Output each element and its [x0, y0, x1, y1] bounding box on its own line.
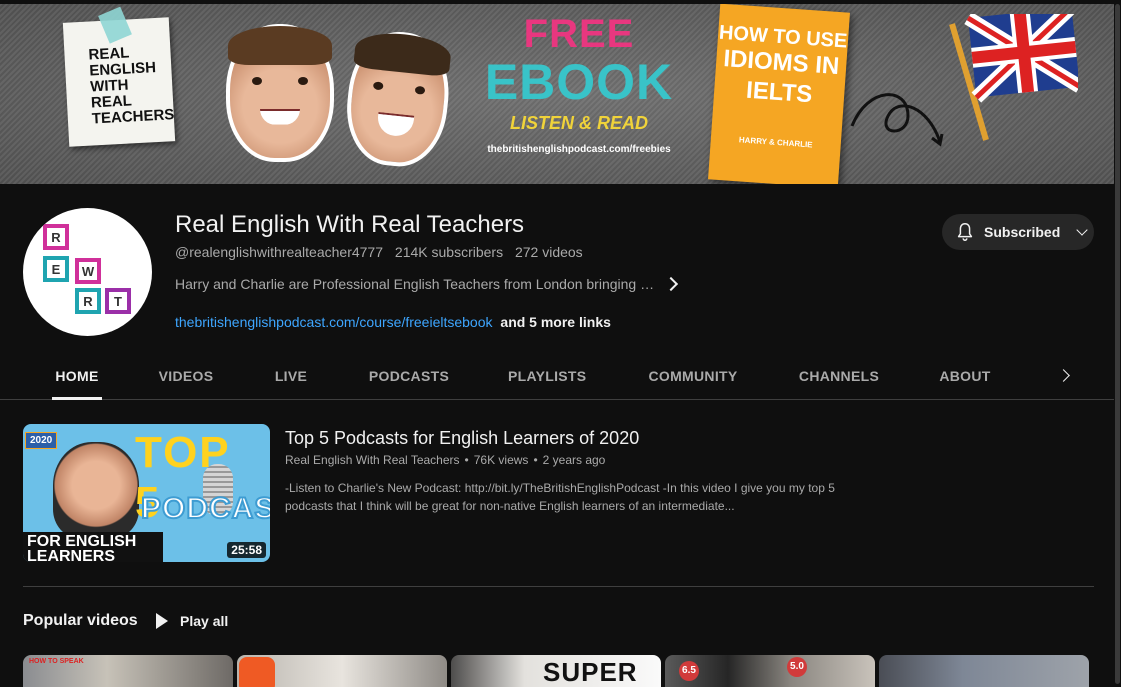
video-duration: 25:58 — [227, 542, 266, 558]
channel-avatar[interactable]: R E W R T — [23, 208, 152, 336]
featured-video-title[interactable]: Top 5 Podcasts for English Learners of 2… — [285, 427, 639, 449]
channel-link[interactable]: thebritishenglishpodcast.com/course/free… — [175, 314, 493, 330]
thumb-year-badge: 2020 — [25, 432, 58, 449]
channel-description[interactable]: Harry and Charlie are Professional Engli… — [175, 276, 695, 292]
subscriber-count: 214K subscribers — [394, 244, 504, 260]
avatar-letter-r: R — [43, 224, 69, 250]
union-jack-flag-icon — [949, 14, 1078, 141]
more-links-button[interactable]: and 5 more links — [500, 314, 610, 330]
thumb-text: SUPER — [543, 657, 638, 687]
banner-note-text: REAL ENGLISH WITH REAL TEACHERS — [88, 44, 175, 128]
channel-tabs: HOME VIDEOS LIVE PODCASTS PLAYLISTS COMM… — [0, 352, 1121, 400]
channel-handle: @realenglishwithrealteacher4777 — [175, 244, 384, 260]
thumbnail-person — [53, 442, 139, 538]
free-ebook-promo: FREE EBOOK LISTEN & READ thebritishengli… — [468, 12, 690, 155]
popular-video-thumbnail[interactable]: 6.5 5.0 — [665, 655, 875, 687]
featured-video-meta: Real English With Real Teachers • 76K view… — [285, 453, 606, 467]
featured-age: 2 years ago — [542, 453, 606, 467]
thumb-podcasts-text: PODCASTS — [140, 491, 270, 526]
popular-video-thumbnail[interactable] — [237, 655, 447, 687]
headphones-icon — [239, 657, 275, 687]
section-divider — [23, 586, 1094, 587]
tab-about[interactable]: ABOUT — [938, 352, 992, 400]
video-count: 272 videos — [514, 244, 583, 260]
chevron-down-icon — [1076, 224, 1088, 236]
play-all-label: Play all — [180, 613, 229, 629]
thumb-learners-bar: FOR ENGLISH LEARNERS — [23, 532, 163, 562]
featured-video-thumbnail[interactable]: TOP 5 PODCASTS 2020 FOR ENGLISH LEARNERS… — [23, 424, 270, 562]
score-badge: 6.5 — [679, 661, 699, 681]
subscribed-label: Subscribed — [984, 224, 1061, 240]
featured-channel-name[interactable]: Real English With Real Teachers — [285, 453, 460, 467]
banner-note: REAL ENGLISH WITH REAL TEACHERS — [62, 6, 176, 147]
promo-url: thebritishenglishpodcast.com/freebies — [487, 144, 671, 155]
subscribed-button[interactable]: Subscribed — [942, 214, 1094, 250]
avatar-letter-t: T — [105, 288, 131, 314]
avatar-letter-r2: R — [75, 288, 101, 314]
channel-meta: @realenglishwithrealteacher4777 214K sub… — [175, 244, 591, 260]
promo-listen-read: LISTEN & READ — [509, 113, 648, 133]
channel-links: thebritishenglishpodcast.com/course/free… — [175, 314, 611, 330]
ebook-cover: HOW TO USE IDIOMS IN IELTS HARRY & CHARL… — [708, 4, 850, 184]
popular-videos-title: Popular videos — [23, 612, 138, 629]
channel-description-text: Harry and Charlie are Professional Engli… — [175, 276, 655, 292]
tape-decoration — [98, 6, 132, 44]
page-scrollbar[interactable] — [1114, 0, 1121, 687]
avatar-letter-w: W — [75, 258, 101, 284]
tab-videos[interactable]: VIDEOS — [158, 352, 214, 400]
featured-video-description: -Listen to Charlie's New Podcast: http:/… — [285, 481, 835, 513]
play-icon — [156, 613, 168, 629]
thumb-text: HOW TO SPEAK — [29, 658, 84, 665]
book-title-line2: IDIOMS IN IELTS — [722, 45, 841, 109]
chevron-right-icon[interactable] — [664, 276, 679, 292]
charlie-face-image — [341, 27, 455, 171]
tab-live[interactable]: LIVE — [272, 352, 310, 400]
tabs-next-chevron-icon[interactable] — [1056, 366, 1076, 386]
channel-banner: REAL ENGLISH WITH REAL TEACHERS FREE EBO… — [0, 4, 1121, 184]
tab-community[interactable]: COMMUNITY — [646, 352, 740, 400]
promo-free: FREE — [523, 12, 635, 56]
promo-ebook: EBOOK — [484, 54, 674, 110]
curved-arrow-icon — [850, 93, 944, 147]
tab-home[interactable]: HOME — [52, 352, 102, 400]
harry-face-image — [226, 24, 334, 162]
tab-podcasts[interactable]: PODCASTS — [368, 352, 450, 400]
tab-playlists[interactable]: PLAYLISTS — [508, 352, 586, 400]
popular-video-thumbnail[interactable] — [879, 655, 1089, 687]
popular-video-thumbnail[interactable]: HOW TO SPEAK — [23, 655, 233, 687]
avatar-letter-e: E — [43, 256, 69, 282]
score-badge: 5.0 — [787, 657, 807, 677]
popular-video-thumbnail[interactable]: SUPER — [451, 655, 661, 687]
channel-name: Real English With Real Teachers — [175, 211, 525, 238]
featured-views: 76K views — [473, 453, 529, 467]
bell-icon — [957, 223, 973, 241]
play-all-button[interactable]: Play all — [150, 604, 234, 638]
tab-channels[interactable]: CHANNELS — [798, 352, 880, 400]
book-author: HARRY & CHARLIE — [738, 135, 813, 150]
